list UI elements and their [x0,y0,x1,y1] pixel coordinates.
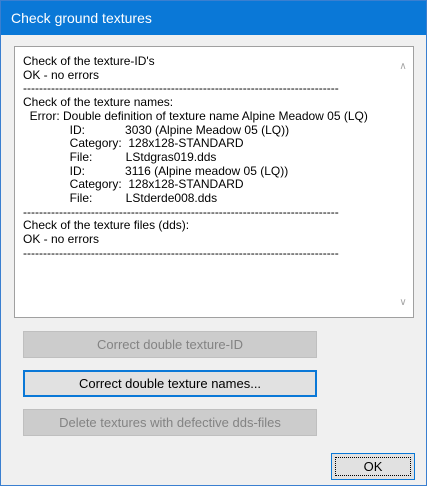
scroll-down-icon[interactable]: ∨ [397,297,409,309]
ok-button-label: OK [363,459,383,474]
report-text: Check of the texture-ID's OK - no errors… [23,55,368,260]
ok-button[interactable]: OK [331,453,415,480]
window-title: Check ground textures [11,10,152,26]
dialog-window: Check ground textures Check of the textu… [0,0,427,486]
report-textbox[interactable]: Check of the texture-ID's OK - no errors… [14,46,414,318]
title-bar[interactable]: Check ground textures [1,1,426,35]
correct-double-texture-id-button[interactable]: Correct double texture-ID [23,331,317,358]
delete-defective-textures-button[interactable]: Delete textures with defective dds-files [23,409,317,436]
correct-double-texture-names-button[interactable]: Correct double texture names... [23,370,317,397]
scroll-up-icon[interactable]: ∧ [397,61,409,73]
